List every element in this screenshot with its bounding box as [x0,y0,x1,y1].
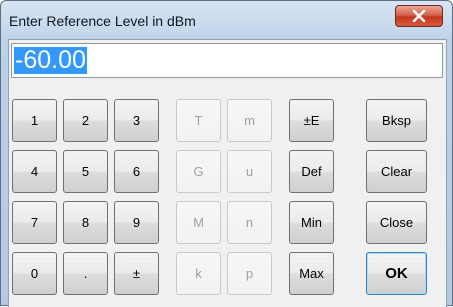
digit-4-button[interactable]: 4 [12,150,57,193]
prefix-tera-button[interactable]: T [176,99,221,142]
value-input[interactable]: -60.00 [11,43,443,78]
max-button[interactable]: Max [289,252,334,295]
prefix-pico-button[interactable]: p [227,252,272,295]
prefix-kilo-button[interactable]: k [176,252,221,295]
digit-6-button[interactable]: 6 [114,150,159,193]
dialog-client-area: -60.00 1 2 3 T m ±E Bksp 4 5 6 G u Def C… [8,39,447,307]
digit-3-button[interactable]: 3 [114,99,159,142]
prefix-micro-button[interactable]: u [227,150,272,193]
digit-9-button[interactable]: 9 [114,201,159,244]
prefix-milli-button[interactable]: m [227,99,272,142]
title-bar[interactable]: Enter Reference Level in dBm [1,1,452,39]
digit-7-button[interactable]: 7 [12,201,57,244]
ok-button[interactable]: OK [366,252,427,295]
digit-2-button[interactable]: 2 [63,99,108,142]
plus-minus-button[interactable]: ± [114,252,159,295]
default-button[interactable]: Def [289,150,334,193]
dialog-window: Enter Reference Level in dBm -60.00 1 2 … [0,0,453,307]
digit-8-button[interactable]: 8 [63,201,108,244]
digit-1-button[interactable]: 1 [12,99,57,142]
exponent-sign-button[interactable]: ±E [289,99,334,142]
backspace-button[interactable]: Bksp [366,99,427,142]
min-button[interactable]: Min [289,201,334,244]
clear-button[interactable]: Clear [366,150,427,193]
prefix-mega-button[interactable]: M [176,201,221,244]
decimal-point-button[interactable]: . [63,252,108,295]
dialog-title: Enter Reference Level in dBm [9,13,196,29]
close-icon [412,10,426,22]
digit-0-button[interactable]: 0 [12,252,57,295]
prefix-nano-button[interactable]: n [227,201,272,244]
prefix-giga-button[interactable]: G [176,150,221,193]
value-text-selected: -60.00 [14,46,87,74]
close-button[interactable]: Close [366,201,427,244]
window-close-button[interactable] [395,5,443,27]
digit-5-button[interactable]: 5 [63,150,108,193]
